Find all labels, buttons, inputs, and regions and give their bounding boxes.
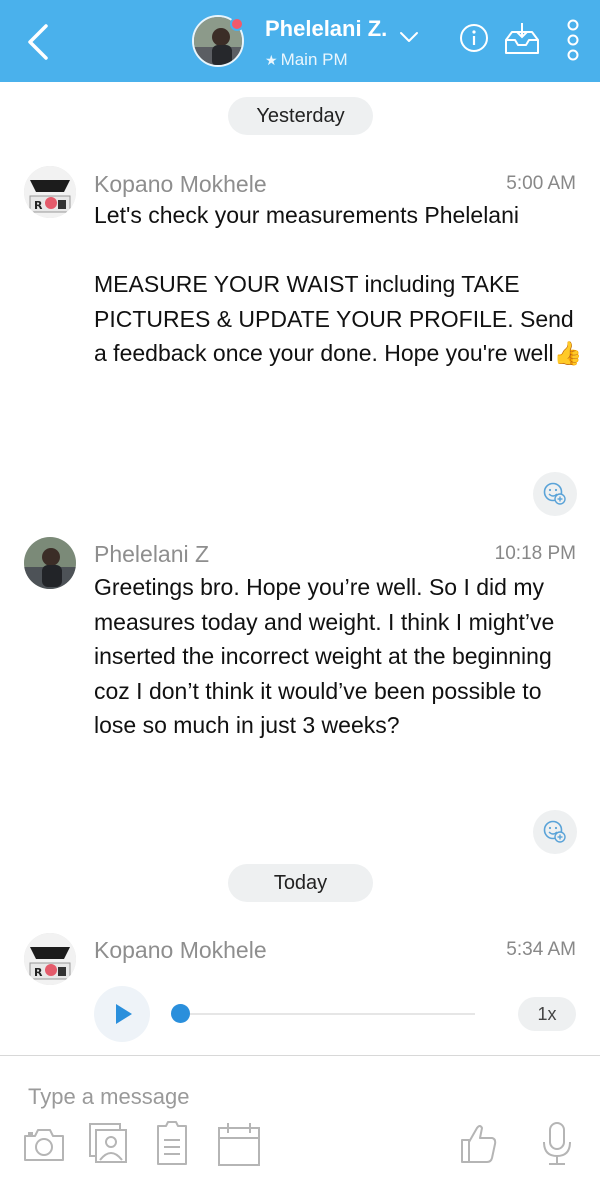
date-divider-yesterday: Yesterday xyxy=(228,97,373,135)
audio-scrubber-handle[interactable] xyxy=(171,1004,190,1023)
avatar[interactable] xyxy=(24,537,76,589)
add-reaction-button[interactable] xyxy=(533,472,577,516)
composer-divider xyxy=(0,1055,600,1056)
message-input[interactable] xyxy=(28,1080,568,1114)
avatar[interactable]: R xyxy=(24,933,76,985)
thumbs-up-emoji: 👍 xyxy=(553,340,583,366)
camera-icon[interactable] xyxy=(22,1124,66,1164)
status-indicator xyxy=(230,17,244,31)
more-vertical-icon[interactable] xyxy=(563,18,583,62)
message-sender: Kopano Mokhele xyxy=(94,937,267,963)
message-time: 10:18 PM xyxy=(494,543,576,564)
chat-header: Phelelani Z. ★ Main PM xyxy=(0,0,600,82)
date-divider-today: Today xyxy=(228,864,373,902)
thumbs-up-icon[interactable] xyxy=(458,1120,498,1166)
contact-name[interactable]: Phelelani Z. xyxy=(265,16,387,42)
chevron-down-icon[interactable] xyxy=(398,30,420,44)
message-sender: Kopano Mokhele xyxy=(94,171,267,197)
chat-subtitle: ★ Main PM xyxy=(265,50,348,70)
add-reaction-button[interactable] xyxy=(533,810,577,854)
svg-text:R: R xyxy=(34,966,43,979)
avatar[interactable]: R xyxy=(24,166,76,218)
message-body: Let's check your measurements Phelelani … xyxy=(94,202,574,366)
svg-text:R: R xyxy=(34,199,43,212)
play-icon xyxy=(116,1004,132,1024)
add-reaction-icon xyxy=(543,820,566,843)
message-text: Greetings bro. Hope you’re well. So I di… xyxy=(94,574,561,738)
message-time: 5:34 AM xyxy=(506,939,576,960)
back-arrow-icon[interactable] xyxy=(18,20,58,64)
inbox-download-icon[interactable] xyxy=(502,20,542,58)
message-text: Let's check your measurements Phelelani … xyxy=(94,198,584,371)
audio-progress-track[interactable] xyxy=(180,1013,475,1015)
message-sender: Phelelani Z xyxy=(94,541,210,567)
star-icon: ★ xyxy=(265,52,278,68)
add-reaction-icon xyxy=(543,482,566,505)
chat-type-label: Main PM xyxy=(280,50,348,69)
microphone-icon[interactable] xyxy=(540,1120,574,1168)
info-icon[interactable] xyxy=(458,22,490,54)
document-icon[interactable] xyxy=(154,1120,190,1166)
image-gallery-icon[interactable] xyxy=(86,1120,130,1166)
calendar-icon[interactable] xyxy=(216,1120,262,1168)
message-time: 5:00 AM xyxy=(506,173,576,194)
playback-speed-button[interactable]: 1x xyxy=(518,997,576,1031)
play-button[interactable] xyxy=(94,986,150,1042)
